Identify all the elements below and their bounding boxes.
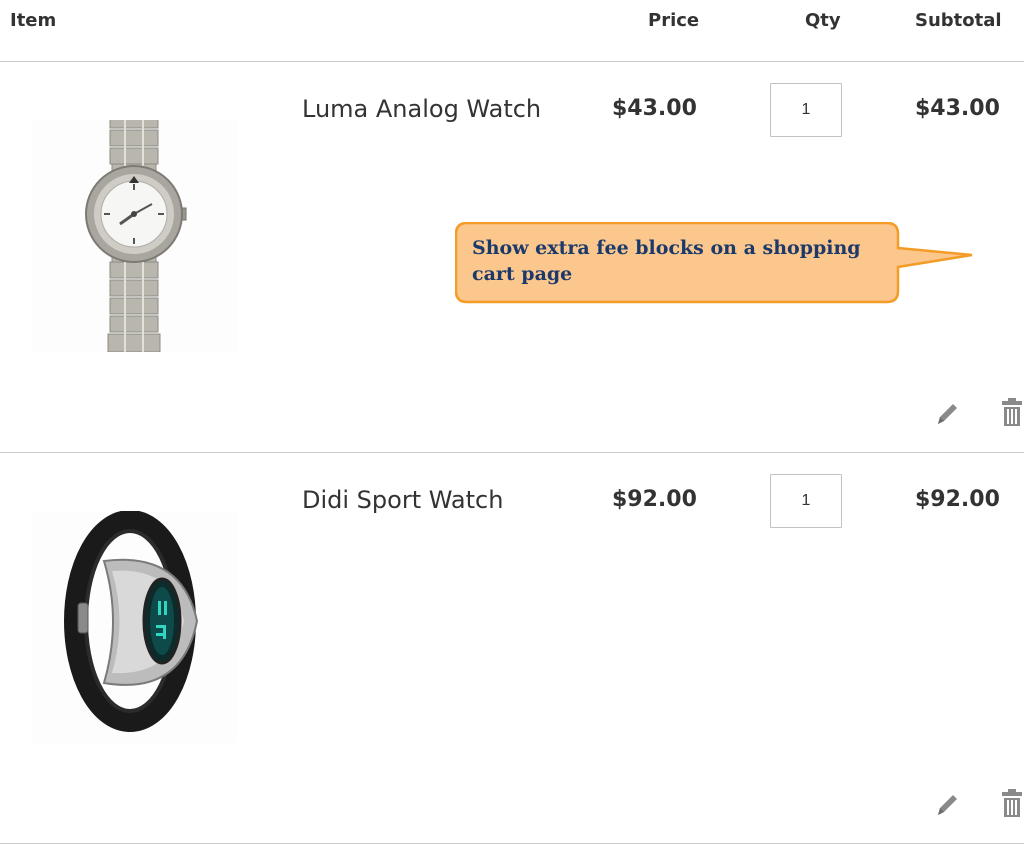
row-divider: [0, 843, 1024, 844]
item-price: $92.00: [612, 487, 697, 512]
analog-watch-image[interactable]: [32, 93, 237, 353]
item-subtotal: $43.00: [915, 96, 1000, 121]
item-price: $43.00: [612, 96, 697, 121]
callout-text: Show extra fee blocks on a shopping cart…: [472, 237, 861, 285]
edit-icon[interactable]: [934, 791, 960, 821]
sport-watch-image[interactable]: [32, 510, 237, 743]
product-name[interactable]: Didi Sport Watch: [302, 486, 503, 514]
column-header-price: Price: [648, 10, 700, 31]
qty-input[interactable]: [770, 474, 842, 528]
annotation-callout: Show extra fee blocks on a shopping cart…: [455, 222, 975, 304]
delete-icon[interactable]: [1001, 397, 1023, 431]
column-header-qty: Qty: [805, 10, 841, 31]
qty-input[interactable]: [770, 83, 842, 137]
column-header-subtotal: Subtotal: [915, 10, 1002, 31]
edit-icon[interactable]: [934, 400, 960, 430]
product-name[interactable]: Luma Analog Watch: [302, 95, 541, 123]
cart-item-row: Didi Sport Watch $92.00 $92.00: [0, 453, 1024, 843]
delete-icon[interactable]: [1001, 788, 1023, 822]
item-subtotal: $92.00: [915, 487, 1000, 512]
column-header-item: Item: [10, 10, 57, 31]
